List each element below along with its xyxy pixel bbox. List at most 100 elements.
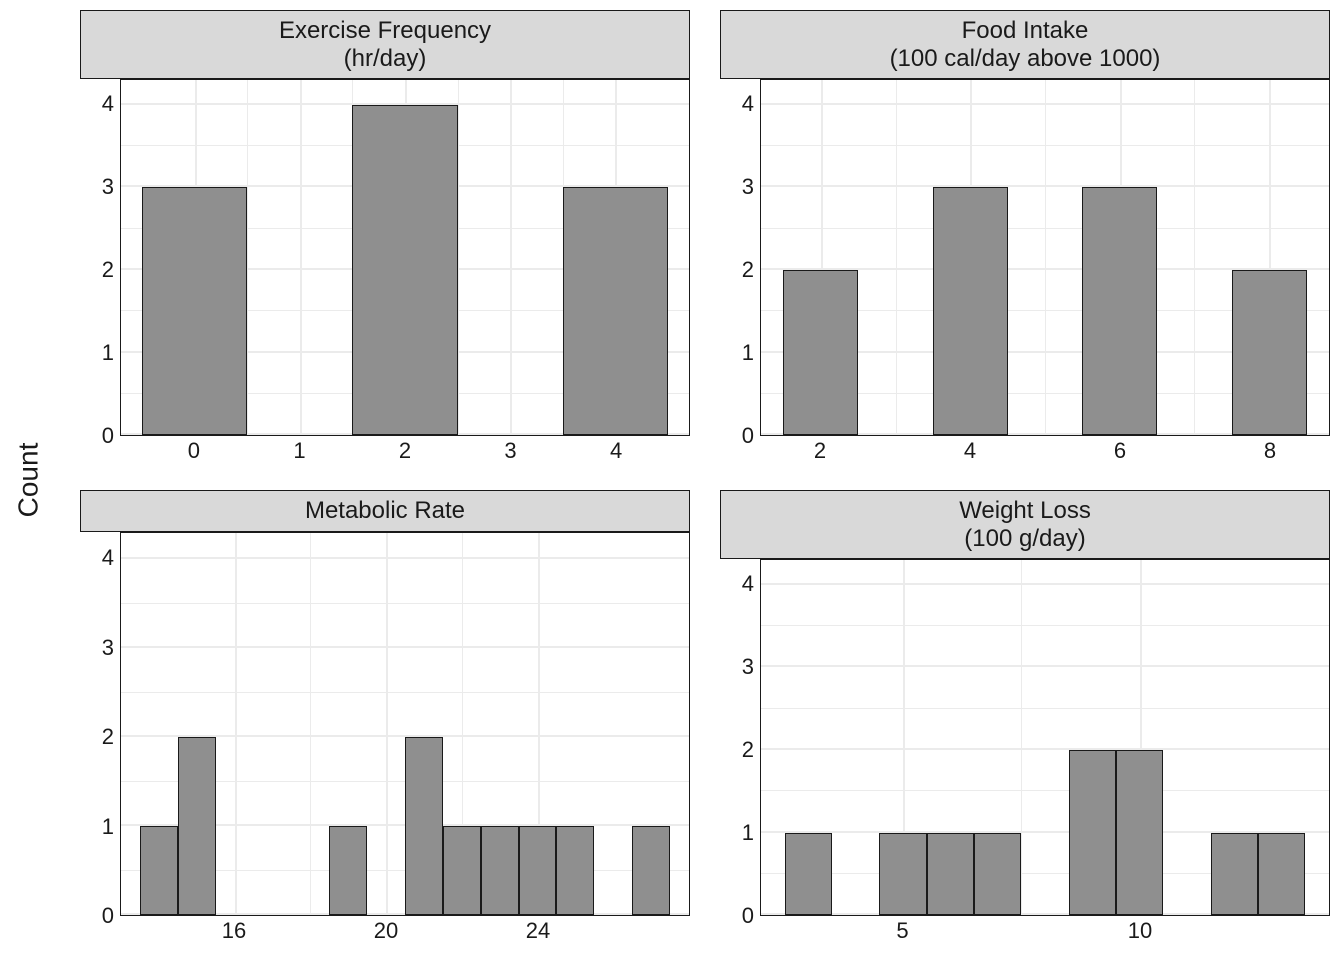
x-tick-label: 4 bbox=[964, 438, 976, 464]
y-tick-label: 1 bbox=[102, 340, 114, 366]
x-tick-label: 6 bbox=[1114, 438, 1126, 464]
y-ticks: 01234 bbox=[720, 79, 760, 436]
y-tick-label: 1 bbox=[742, 340, 754, 366]
gridline-vertical bbox=[1021, 560, 1022, 915]
x-tick-label: 8 bbox=[1264, 438, 1276, 464]
gridline-horizontal bbox=[121, 557, 689, 559]
gridline-horizontal bbox=[121, 603, 689, 604]
gridline-vertical bbox=[1194, 80, 1195, 435]
x-tick-label: 2 bbox=[814, 438, 826, 464]
histogram-bar bbox=[1211, 833, 1258, 916]
facet-exercise-frequency: Exercise Frequency (hr/day) 0 1 2 3 4 0 1 2 3 4 bbox=[80, 10, 690, 470]
y-tick-label: 3 bbox=[102, 635, 114, 661]
y-ticks: 01234 bbox=[80, 532, 120, 916]
panel-wrap: 01234 bbox=[80, 79, 690, 436]
y-tick-label: 2 bbox=[102, 257, 114, 283]
plot-panel bbox=[760, 559, 1330, 916]
gridline-vertical bbox=[247, 80, 248, 435]
gridline-vertical bbox=[300, 80, 302, 435]
x-tick-label: 10 bbox=[1128, 918, 1152, 944]
histogram-bar bbox=[563, 187, 668, 435]
gridline-vertical bbox=[458, 80, 459, 435]
facet-title: Weight Loss (100 g/day) bbox=[720, 490, 1330, 559]
y-tick-label: 1 bbox=[742, 820, 754, 846]
gridline-horizontal bbox=[761, 583, 1329, 585]
panel-wrap: 01234 bbox=[720, 79, 1330, 436]
histogram-bar bbox=[556, 826, 594, 915]
gridline-horizontal bbox=[761, 665, 1329, 667]
y-tick-label: 3 bbox=[742, 174, 754, 200]
plot-panel bbox=[120, 79, 690, 436]
y-tick-label: 2 bbox=[742, 737, 754, 763]
gridline-vertical bbox=[235, 533, 237, 915]
y-tick-label: 3 bbox=[102, 174, 114, 200]
histogram-bar bbox=[632, 826, 670, 915]
y-tick-label: 2 bbox=[742, 257, 754, 283]
gridline-vertical bbox=[1045, 80, 1046, 435]
histogram-bar bbox=[443, 826, 481, 915]
gridline-vertical bbox=[310, 533, 311, 915]
x-tick-label: 4 bbox=[610, 438, 622, 464]
gridline-horizontal bbox=[761, 790, 1329, 791]
x-tick-label: 20 bbox=[374, 918, 398, 944]
gridline-horizontal bbox=[121, 692, 689, 693]
facet-grid: Exercise Frequency (hr/day) 01234 01234 … bbox=[80, 10, 1330, 950]
y-tick-label: 4 bbox=[742, 91, 754, 117]
histogram-bar bbox=[1116, 750, 1163, 915]
facet-histogram-figure: Count Exercise Frequency (hr/day) 0 1 2 3 4 … bbox=[0, 0, 1344, 960]
gridline-horizontal bbox=[761, 625, 1329, 626]
histogram-bar bbox=[1232, 270, 1307, 435]
y-axis-label: Count bbox=[12, 443, 44, 518]
y-tick-label: 4 bbox=[742, 571, 754, 597]
histogram-bar bbox=[142, 187, 247, 435]
histogram-bar bbox=[329, 826, 367, 915]
histogram-bar bbox=[783, 270, 858, 435]
histogram-bar bbox=[178, 737, 216, 915]
gridline-horizontal bbox=[761, 708, 1329, 709]
x-ticks: 5 10 bbox=[760, 916, 1330, 950]
facet-title: Exercise Frequency (hr/day) bbox=[80, 10, 690, 79]
y-tick-label: 0 bbox=[742, 903, 754, 929]
x-ticks: 16 20 24 bbox=[120, 916, 690, 950]
facet-title: Food Intake (100 cal/day above 1000) bbox=[720, 10, 1330, 79]
panel-wrap: 01234 bbox=[80, 532, 690, 916]
histogram-bar bbox=[1258, 833, 1305, 916]
facet-title: Metabolic Rate bbox=[80, 490, 690, 532]
histogram-bar bbox=[481, 826, 519, 915]
gridline-horizontal bbox=[761, 748, 1329, 750]
plot-panel bbox=[120, 532, 690, 916]
x-tick-label: 0 bbox=[188, 438, 200, 464]
y-ticks: 01234 bbox=[80, 79, 120, 436]
histogram-bar bbox=[519, 826, 557, 915]
x-tick-label: 1 bbox=[293, 438, 305, 464]
histogram-bar bbox=[933, 187, 1008, 435]
y-tick-label: 0 bbox=[102, 423, 114, 449]
panel-wrap: 01234 bbox=[720, 559, 1330, 916]
plot-panel bbox=[760, 79, 1330, 436]
histogram-bar bbox=[927, 833, 974, 916]
facet-food-intake: Food Intake (100 cal/day above 1000) 0 1 2… bbox=[720, 10, 1330, 470]
facet-metabolic-rate: Metabolic Rate 0 1 2 3 4 16 20 24 bbox=[80, 490, 690, 950]
x-tick-label: 3 bbox=[504, 438, 516, 464]
facet-weight-loss: Weight Loss (100 g/day) 01234 510 bbox=[720, 490, 1330, 950]
histogram-bar bbox=[405, 737, 443, 915]
x-tick-label: 5 bbox=[896, 918, 908, 944]
x-tick-label: 16 bbox=[222, 918, 246, 944]
x-tick-label: 2 bbox=[399, 438, 411, 464]
y-tick-label: 4 bbox=[102, 545, 114, 571]
x-tick-label: 24 bbox=[526, 918, 550, 944]
y-tick-label: 0 bbox=[742, 423, 754, 449]
gridline-vertical bbox=[510, 80, 512, 435]
histogram-bar bbox=[1082, 187, 1157, 435]
histogram-bar bbox=[879, 833, 926, 916]
gridline-vertical bbox=[896, 80, 897, 435]
y-tick-label: 2 bbox=[102, 724, 114, 750]
x-ticks: 0 1 2 3 4 bbox=[120, 436, 690, 470]
y-tick-label: 1 bbox=[102, 814, 114, 840]
histogram-bar bbox=[785, 833, 832, 916]
y-tick-label: 0 bbox=[102, 903, 114, 929]
gridline-horizontal bbox=[121, 646, 689, 648]
histogram-bar bbox=[352, 105, 457, 435]
histogram-bar bbox=[1069, 750, 1116, 915]
histogram-bar bbox=[140, 826, 178, 915]
